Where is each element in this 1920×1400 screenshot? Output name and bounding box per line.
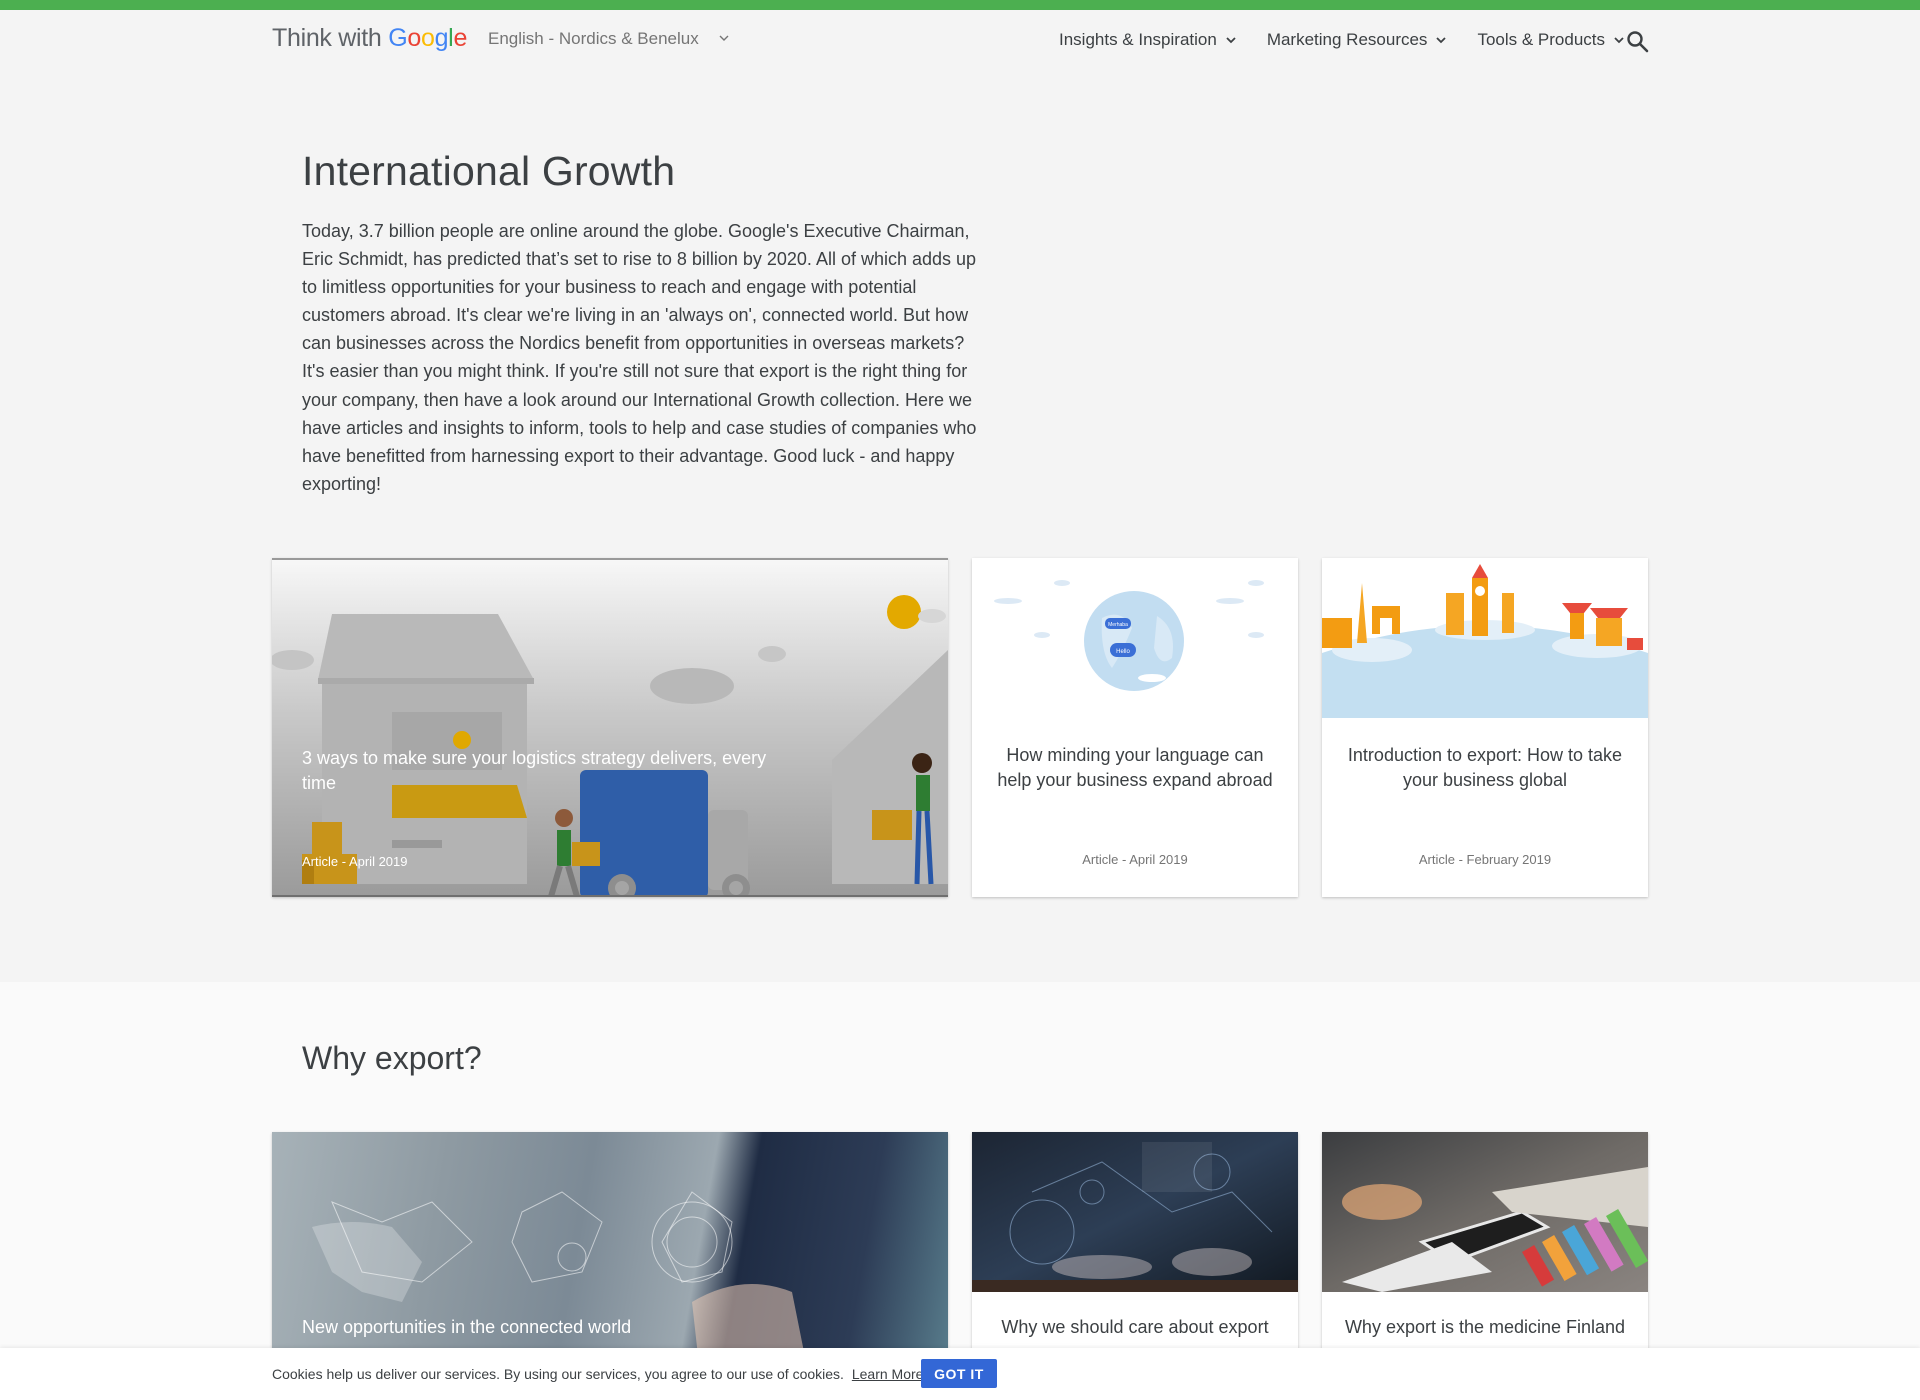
globe-illustration: Merhaba Hello <box>972 558 1298 718</box>
top-accent-bar <box>0 0 1920 10</box>
nav-label: Tools & Products <box>1477 30 1605 49</box>
main-nav: Insights & Inspiration Marketing Resourc… <box>1059 30 1655 50</box>
featured-card-logistics[interactable]: 3 ways to make sure your logistics strat… <box>272 558 948 897</box>
logo-letter: o <box>407 24 421 52</box>
cookie-message: Cookies help us deliver our services. By… <box>272 1366 923 1382</box>
cookie-consent-bar: Cookies help us deliver our services. By… <box>0 1348 1920 1400</box>
cookie-message-text: Cookies help us deliver our services. By… <box>272 1366 844 1382</box>
nav-insights-inspiration[interactable]: Insights & Inspiration <box>1059 30 1237 50</box>
featured-card-language[interactable]: Merhaba Hello How minding your language … <box>972 558 1298 897</box>
nav-marketing-resources[interactable]: Marketing Resources <box>1267 30 1448 50</box>
card-title: 3 ways to make sure your logistics strat… <box>302 748 767 793</box>
card-meta: Article - February 2019 <box>1418 852 1552 867</box>
card-meta: Article - April 2019 <box>1082 852 1188 867</box>
section-title: Why export? <box>302 1040 482 1076</box>
nav-label: Insights & Inspiration <box>1059 30 1217 49</box>
chevron-down-icon <box>719 35 729 41</box>
card-title: New opportunities in the connected world <box>302 1317 632 1337</box>
tablet-desk-photo <box>1322 1132 1648 1292</box>
featured-card-intro-export[interactable]: Introduction to export: How to take your… <box>1322 558 1648 897</box>
learn-more-link[interactable]: Learn More <box>852 1366 924 1382</box>
intro-paragraph: Today, 3.7 billion people are online aro… <box>302 221 977 494</box>
page-title: International Growth <box>302 148 676 194</box>
card-title: Why export is the medicine Finland <box>1344 1317 1626 1337</box>
logo-letter: G <box>388 24 408 52</box>
think-with-google-logo[interactable]: Think with Google <box>272 24 467 53</box>
nav-label: Marketing Resources <box>1266 30 1428 49</box>
logistics-illustration <box>272 595 948 895</box>
search-icon[interactable] <box>1624 28 1652 56</box>
logo-text: Think with <box>272 24 389 52</box>
speech-bubble-text: Hello <box>1116 649 1130 655</box>
got-it-button[interactable]: GOT IT <box>921 1359 997 1388</box>
card-title: Introduction to export: How to take your… <box>1347 745 1623 790</box>
chevron-down-icon <box>1436 37 1447 44</box>
language-selector[interactable]: English - Nordics & Benelux <box>488 29 730 49</box>
card-title: How minding your language can help your … <box>997 745 1273 790</box>
logo-letter: o <box>420 24 435 52</box>
landmarks-illustration <box>1322 558 1648 718</box>
speech-bubble-text: Merhaba <box>1108 622 1128 628</box>
language-selector-value: English - Nordics & Benelux <box>488 29 699 48</box>
tech-hands-photo <box>972 1132 1298 1292</box>
nav-tools-products[interactable]: Tools & Products <box>1477 30 1625 50</box>
card-title: Why we should care about export <box>1001 1317 1269 1337</box>
card-meta: Article - April 2019 <box>302 854 408 869</box>
logo-letter: g <box>434 24 449 52</box>
chevron-down-icon <box>1226 37 1236 44</box>
logo-letter: e <box>453 24 468 52</box>
site-header: Think with Google English - Nordics & Be… <box>0 10 1920 70</box>
